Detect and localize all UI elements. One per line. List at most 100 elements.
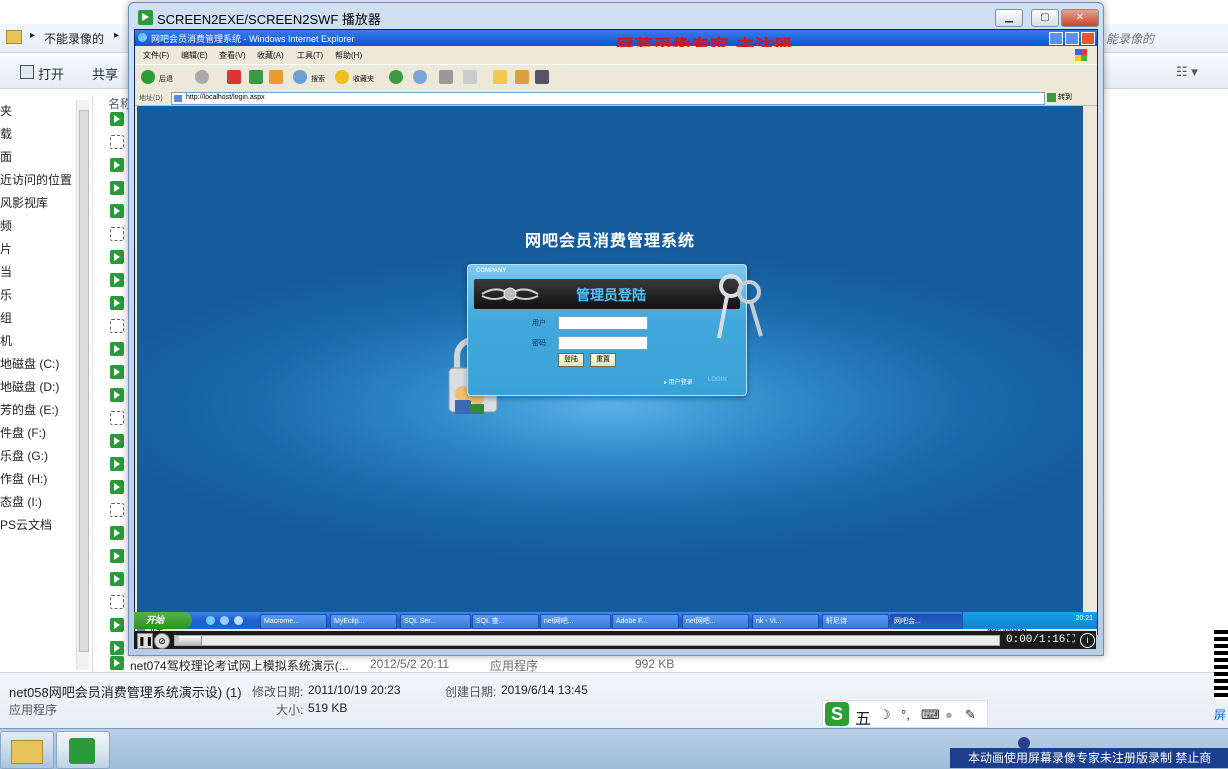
nav-item[interactable]: 组 xyxy=(0,309,12,326)
file-item-icon[interactable] xyxy=(110,434,124,448)
back-label[interactable]: 后退 xyxy=(159,74,173,84)
nav-item[interactable]: 面 xyxy=(0,148,12,165)
file-item-icon[interactable] xyxy=(110,503,124,517)
file-item-icon[interactable] xyxy=(110,273,124,287)
taskbar-item[interactable]: Adobe F... xyxy=(612,614,679,629)
pause-button[interactable]: ❚❚ xyxy=(137,633,153,649)
book-icon[interactable] xyxy=(515,70,529,84)
file-item-icon[interactable] xyxy=(110,296,124,310)
search-icon[interactable] xyxy=(293,70,307,84)
edit-icon[interactable] xyxy=(463,70,477,84)
stop-button[interactable]: ⊘ xyxy=(154,633,170,649)
file-item-icon[interactable] xyxy=(110,158,124,172)
file-item-icon[interactable] xyxy=(110,365,124,379)
ime-mode[interactable]: 五 xyxy=(855,705,871,729)
taskbar-item[interactable]: net网吧... xyxy=(682,614,749,629)
close-button[interactable]: ✕ xyxy=(1061,9,1099,27)
menu-favorites[interactable]: 收藏(A) xyxy=(257,50,284,61)
url-input[interactable]: http://localhost/login.aspx xyxy=(171,92,1045,105)
nav-item[interactable]: 件盘 (F:) xyxy=(0,424,46,441)
file-item-icon[interactable] xyxy=(110,319,124,333)
menu-edit[interactable]: 编辑(E) xyxy=(181,50,208,61)
home-icon[interactable] xyxy=(269,70,283,84)
breadcrumb[interactable]: 不能录像的 xyxy=(44,30,104,47)
file-item-icon[interactable] xyxy=(110,526,124,540)
menu-view[interactable]: 查看(V) xyxy=(219,50,246,61)
history-icon[interactable] xyxy=(389,70,403,84)
taskbar-item[interactable]: SQL Ser... xyxy=(400,614,471,629)
share-button[interactable]: 共享 xyxy=(92,64,118,83)
nav-item[interactable]: 态盘 (I:) xyxy=(0,493,42,510)
nav-item[interactable]: 乐 xyxy=(0,286,12,303)
print-icon[interactable] xyxy=(439,70,453,84)
menu-file[interactable]: 文件(F) xyxy=(143,50,169,61)
file-item-icon[interactable] xyxy=(110,181,124,195)
seek-bar[interactable] xyxy=(174,635,1000,646)
menu-help[interactable]: 帮助(H) xyxy=(335,50,362,61)
reset-button[interactable]: 重置 xyxy=(590,353,616,367)
maximize-button[interactable]: ▢ xyxy=(1031,9,1059,27)
password-input[interactable] xyxy=(558,336,648,350)
mail-icon[interactable] xyxy=(413,70,427,84)
open-button[interactable]: 打开 xyxy=(38,64,64,83)
nav-item[interactable]: PS云文档 xyxy=(0,516,52,533)
stop-icon[interactable] xyxy=(227,70,241,84)
go-button[interactable]: 转到 xyxy=(1047,92,1091,102)
refresh-icon[interactable] xyxy=(249,70,263,84)
nav-item[interactable]: 机 xyxy=(0,332,12,349)
nav-item[interactable]: 片 xyxy=(0,240,12,257)
taskbar-item[interactable]: 轩尼诗 xyxy=(822,614,889,629)
user-login-link[interactable]: ▸ 用户登录 xyxy=(664,377,693,386)
taskbar-explorer-button[interactable] xyxy=(0,731,54,769)
nav-item[interactable]: 夹 xyxy=(0,102,12,119)
wrench-icon[interactable]: ✎ xyxy=(965,707,976,723)
file-item-icon[interactable] xyxy=(110,572,124,586)
nav-item[interactable]: 风影视库 xyxy=(0,194,48,211)
ie-minimize-button[interactable] xyxy=(1049,32,1063,45)
nav-scrollbar[interactable] xyxy=(76,100,89,670)
folder-icon[interactable] xyxy=(493,70,507,84)
file-item-icon[interactable] xyxy=(110,411,124,425)
search-box-text[interactable]: 能录像的 xyxy=(1106,30,1154,47)
file-item-icon[interactable] xyxy=(110,549,124,563)
sogou-ime-icon[interactable]: S xyxy=(825,702,849,726)
search-label[interactable]: 搜索 xyxy=(311,74,325,84)
taskbar-item-active[interactable]: 网吧会... xyxy=(890,614,963,629)
ie-close-button[interactable] xyxy=(1081,32,1095,45)
nav-item[interactable]: 乐盘 (G:) xyxy=(0,447,48,464)
seek-handle[interactable] xyxy=(179,636,202,645)
taskbar-item[interactable]: nk - Vi... xyxy=(752,614,819,629)
favorites-label[interactable]: 收藏夹 xyxy=(353,74,374,84)
info-icon[interactable]: i xyxy=(1080,633,1095,648)
back-icon[interactable] xyxy=(141,70,155,84)
tools-icon[interactable] xyxy=(535,70,549,84)
favorites-star-icon[interactable] xyxy=(335,70,349,84)
keyboard-icon[interactable]: ⌨ xyxy=(921,707,940,723)
forward-icon[interactable] xyxy=(195,70,209,84)
file-item-icon[interactable] xyxy=(110,388,124,402)
file-item-icon[interactable] xyxy=(110,250,124,264)
taskbar-player-button[interactable] xyxy=(56,731,110,769)
nav-item[interactable]: 近访问的位置 xyxy=(0,171,72,188)
file-item-icon[interactable] xyxy=(110,112,124,126)
ime-toolbar[interactable]: S 五 ☽ °, ⌨ ● ✎ xyxy=(822,700,988,728)
ie-maximize-button[interactable] xyxy=(1065,32,1079,45)
file-item-icon[interactable] xyxy=(110,204,124,218)
file-item-icon[interactable] xyxy=(110,342,124,356)
nav-item[interactable]: 作盘 (H:) xyxy=(0,470,47,487)
file-item-icon[interactable] xyxy=(110,457,124,471)
minimize-button[interactable]: ▁ xyxy=(995,9,1023,27)
nav-item[interactable]: 地磁盘 (D:) xyxy=(0,378,59,395)
file-item-icon[interactable] xyxy=(110,618,124,632)
nav-item[interactable]: 载 xyxy=(0,125,12,142)
login-link[interactable]: LOGIN xyxy=(708,377,727,383)
fullscreen-icon[interactable]: ⛶ xyxy=(1064,633,1078,647)
file-item-icon[interactable] xyxy=(110,227,124,241)
punctuation-icon[interactable]: °, xyxy=(901,707,910,722)
start-button[interactable]: 开始 xyxy=(134,612,192,629)
quicklaunch-desktop-icon[interactable] xyxy=(234,616,243,625)
user-icon[interactable]: ● xyxy=(945,707,953,722)
file-row[interactable]: net074驾校理论考试网上模拟系统演示(... 2012/5/2 20:11 … xyxy=(108,655,688,673)
username-input[interactable] xyxy=(558,316,648,330)
view-options-icon[interactable]: ☷ ▾ xyxy=(1176,64,1198,80)
